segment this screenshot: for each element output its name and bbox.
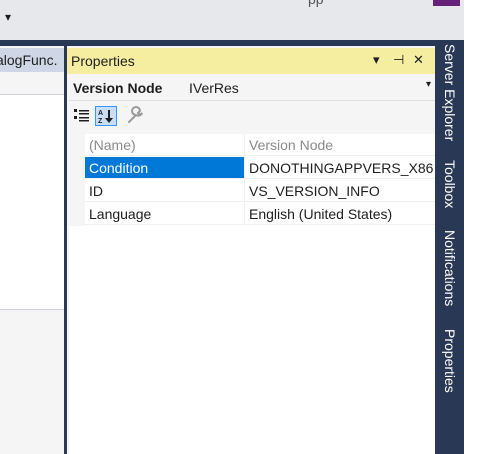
property-name[interactable]: Condition	[85, 157, 244, 179]
svg-text:A: A	[98, 110, 103, 117]
property-value[interactable]: VS_VERSION_INFO	[244, 180, 435, 202]
tab-properties[interactable]: Properties	[435, 329, 464, 393]
categorized-icon[interactable]	[71, 106, 93, 126]
property-value[interactable]: Version Node	[244, 134, 435, 156]
property-row[interactable]: (Name) Version Node	[69, 134, 435, 157]
background	[464, 40, 480, 454]
object-name: Version Node	[73, 80, 163, 96]
wrench-icon[interactable]	[125, 106, 147, 126]
object-type: IVerRes	[189, 80, 239, 96]
close-icon[interactable]: ✕	[413, 52, 424, 68]
property-value[interactable]: English (United States)	[244, 203, 435, 225]
property-row[interactable]: Condition DONOTHINGAPPVERS_X86	[69, 157, 435, 180]
pin-icon[interactable]: ⊣	[393, 52, 404, 68]
property-grid: (Name) Version Node Condition DONOTHINGAPPV…	[69, 134, 435, 454]
tab-server-explorer[interactable]: Server Explorer	[435, 44, 464, 141]
property-grid-rows: (Name) Version Node Condition DONOTHINGAPPV…	[69, 134, 435, 226]
property-row[interactable]: ID VS_VERSION_INFO	[69, 180, 435, 203]
background	[464, 0, 480, 40]
document-tab[interactable]: alogFunc.	[0, 48, 64, 72]
properties-title-bar[interactable]: Properties ▾ ⊣ ✕	[67, 48, 435, 74]
svg-text:Z: Z	[98, 118, 103, 125]
window-position-dropdown-icon[interactable]: ▾	[373, 52, 380, 68]
property-row-gutter	[69, 180, 85, 203]
window-title-fragment: pp	[308, 0, 324, 7]
alphabetical-icon[interactable]: A Z	[95, 106, 117, 126]
property-row-gutter	[69, 203, 85, 226]
document-divider	[0, 309, 64, 310]
property-row-gutter	[69, 157, 85, 180]
properties-title: Properties	[71, 53, 135, 69]
autohide-tab-strip: Server Explorer Toolbox Notifications Pr…	[435, 40, 464, 454]
property-value[interactable]: DONOTHINGAPPVERS_X86	[244, 157, 435, 179]
property-name[interactable]: Language	[85, 203, 244, 225]
document-content[interactable]	[0, 95, 64, 309]
property-row[interactable]: Language English (United States)	[69, 203, 435, 226]
object-dropdown-icon[interactable]: ▾	[426, 79, 431, 90]
property-row-gutter	[69, 134, 85, 157]
object-selector[interactable]: Version Node IVerRes ▾	[69, 76, 435, 101]
document-subheader	[0, 72, 64, 95]
tab-notifications[interactable]: Notifications	[435, 230, 464, 306]
properties-window: Properties ▾ ⊣ ✕ Version Node IVerRes ▾ …	[67, 46, 435, 454]
property-name[interactable]: ID	[85, 180, 244, 202]
accent-bar	[433, 0, 460, 6]
property-name[interactable]: (Name)	[85, 134, 244, 156]
tab-toolbox[interactable]: Toolbox	[435, 160, 464, 208]
properties-toolbar: A Z	[69, 102, 435, 130]
top-command-area: ▾ pp	[0, 0, 464, 40]
overflow-dropdown-icon[interactable]: ▾	[2, 4, 14, 30]
